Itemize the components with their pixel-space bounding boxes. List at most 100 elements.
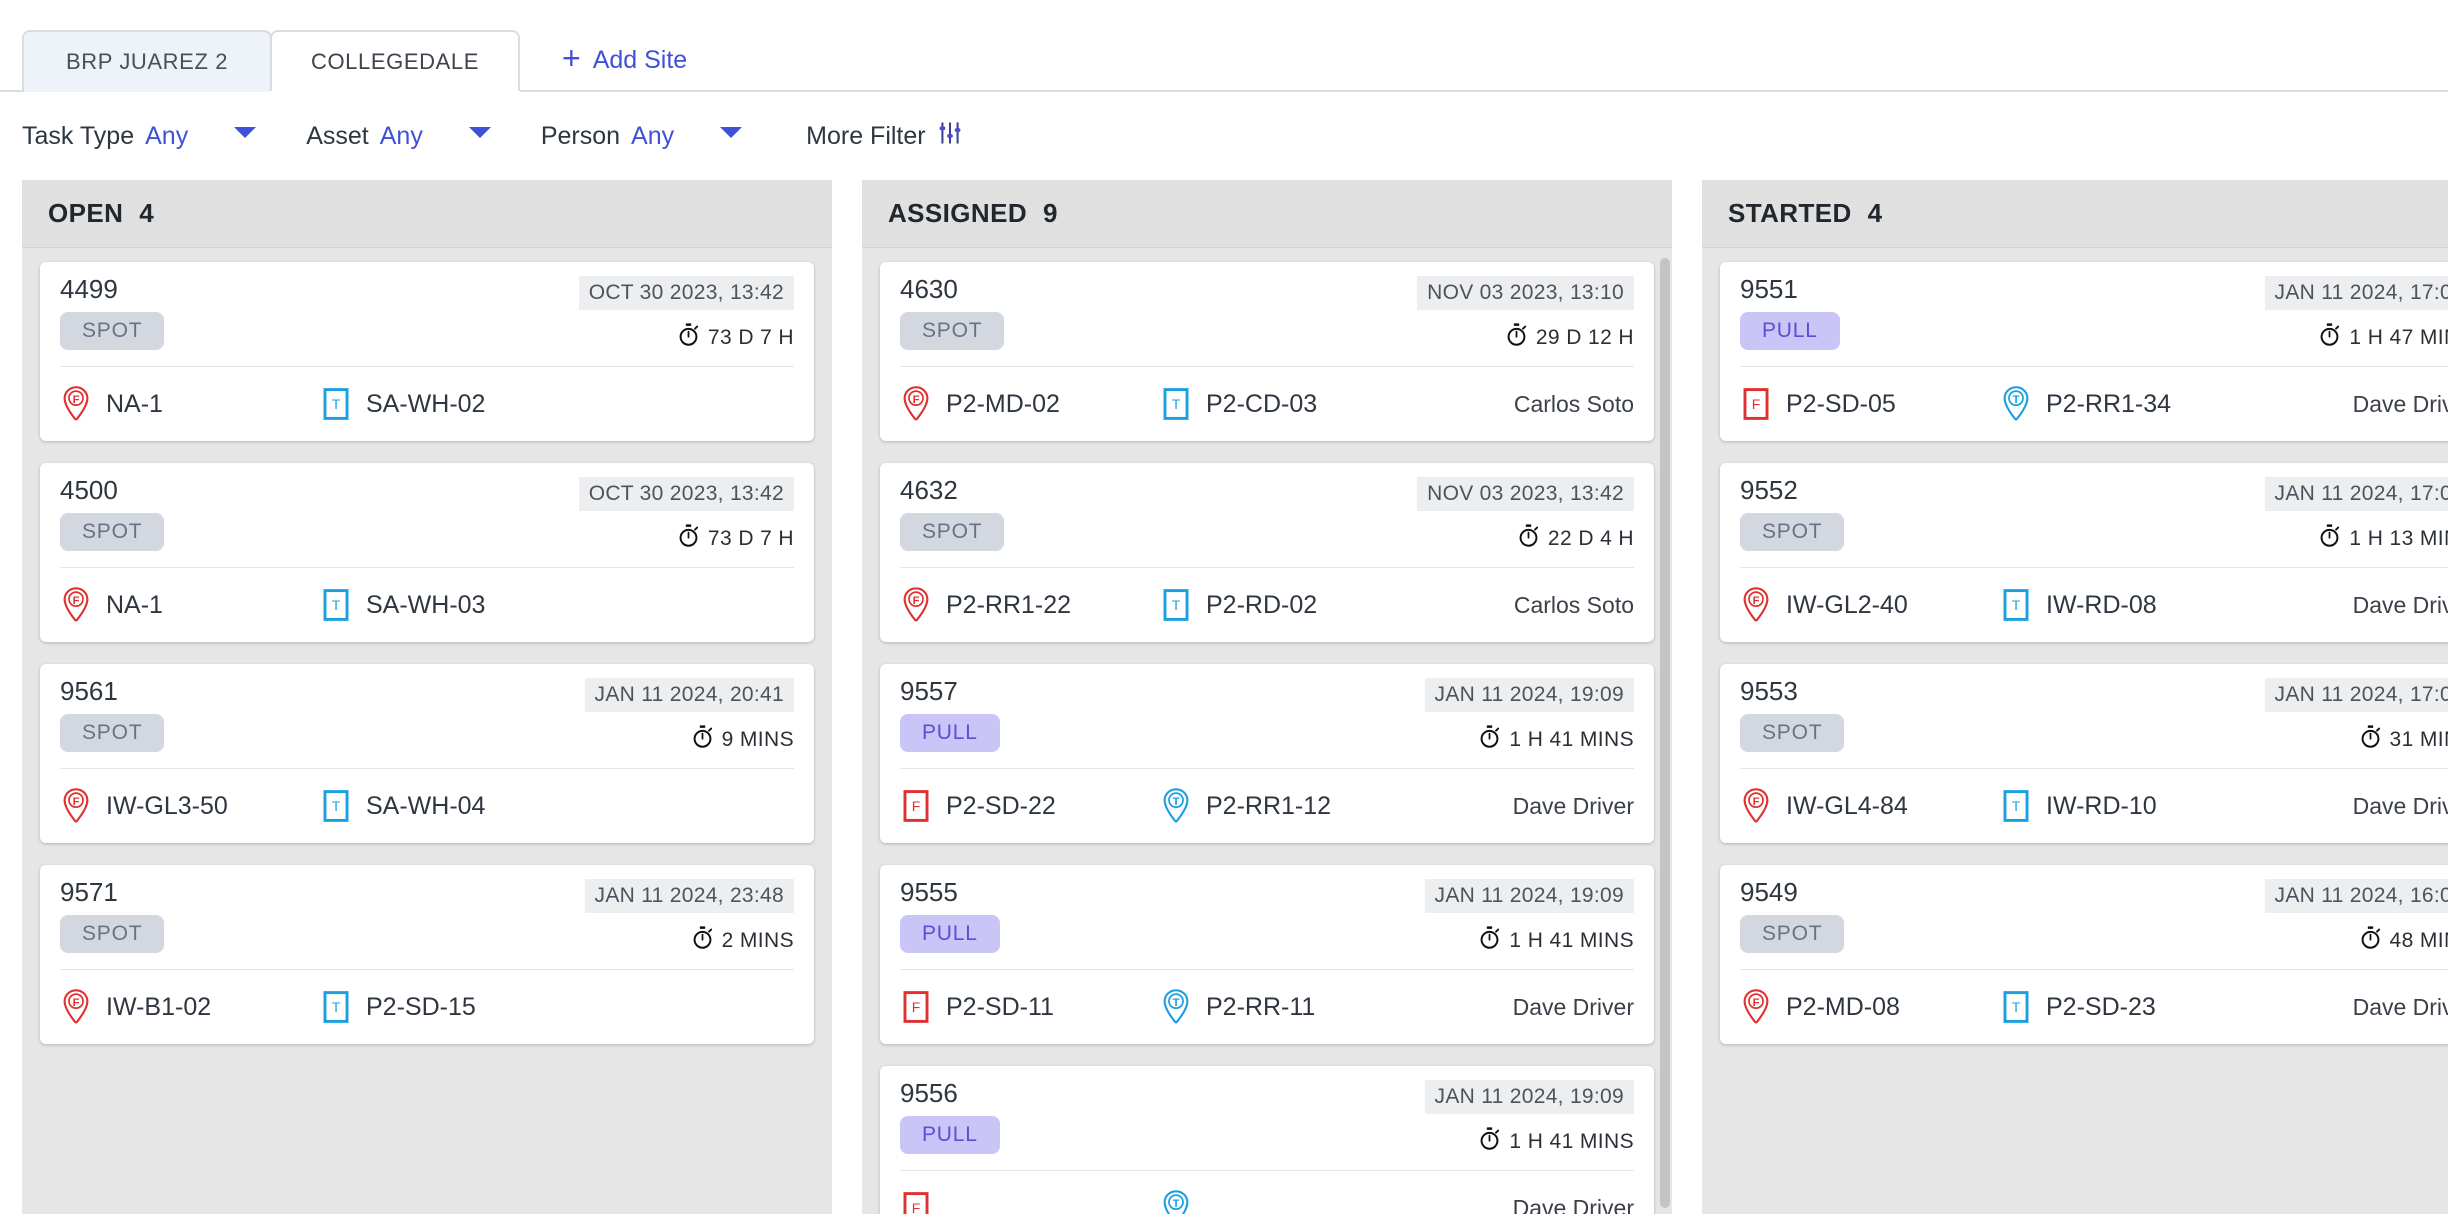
route-to-label: P2-RR1-12 — [1206, 791, 1332, 820]
to-square-icon: T — [2000, 987, 2032, 1027]
tab-collegedale[interactable]: COLLEGEDALE — [270, 30, 520, 94]
sliders-icon — [937, 120, 963, 153]
svg-text:T: T — [332, 999, 341, 1015]
task-card[interactable]: 9555 PULL JAN 11 2024, 19:09 1 H 41 MINS F P2… — [880, 865, 1654, 1044]
route-from-label: P2-MD-02 — [946, 389, 1060, 418]
column-scrollbar[interactable] — [1660, 258, 1670, 1208]
column-count: 9 — [1043, 198, 1058, 228]
task-type-badge: SPOT — [60, 513, 165, 552]
assignee-name: Dave Driver — [1512, 1194, 1634, 1214]
filter-value: Any — [145, 121, 189, 150]
filter-person[interactable]: Person Any — [541, 122, 674, 151]
card-meta: JAN 11 2024, 17:01 1 H 13 MINS — [2264, 477, 2448, 554]
route-to: T P2-RR1-12 — [1160, 786, 1331, 826]
card-route: F IW-GL3-50 T SA-WH-04 — [60, 769, 794, 843]
route-from-label: IW-GL3-50 — [106, 791, 228, 820]
to-square-icon: T — [320, 987, 352, 1027]
task-card[interactable]: 9553 SPOT JAN 11 2024, 17:01 31 MINS F IW-GL4… — [1720, 664, 2448, 843]
board-column-open: OPEN 4 4499 SPOT OCT 30 2023, 13:42 73 D 7 H F… — [22, 180, 832, 1214]
route-from-label: P2-SD-22 — [946, 791, 1056, 820]
task-card[interactable]: 4500 SPOT OCT 30 2023, 13:42 73 D 7 H F NA-1 T… — [40, 463, 814, 642]
svg-text:T: T — [1172, 396, 1181, 412]
card-route: F IW-GL2-40 T IW-RD-08 Dave Driver — [1740, 568, 2448, 642]
route-to: T IW-RD-10 — [2000, 786, 2157, 826]
to-square-icon: T — [2000, 585, 2032, 625]
column-card-list[interactable]: 4630 SPOT NOV 03 2023, 13:10 29 D 12 H F P2-M… — [862, 248, 1672, 1214]
to-square-icon: T — [320, 384, 352, 424]
route-to: T SA-WH-04 — [320, 786, 485, 826]
task-card[interactable]: 9551 PULL JAN 11 2024, 17:01 1 H 47 MINS F P2… — [1720, 262, 2448, 441]
route-to-label: P2-CD-03 — [1206, 389, 1318, 418]
column-card-list[interactable]: 4499 SPOT OCT 30 2023, 13:42 73 D 7 H F NA-1 T… — [22, 248, 832, 1214]
task-date-badge: OCT 30 2023, 13:42 — [578, 477, 794, 511]
filter-task-type[interactable]: Task Type Any — [22, 122, 188, 151]
route-to-label: SA-WH-04 — [366, 791, 486, 820]
task-card[interactable]: 4630 SPOT NOV 03 2023, 13:10 29 D 12 H F P2-M… — [880, 262, 1654, 441]
route-from-label: P2-MD-08 — [1786, 992, 1900, 1021]
route-to-label: P2-RR1-34 — [2046, 389, 2172, 418]
svg-text:F: F — [1753, 796, 1760, 808]
task-elapsed-time: 22 D 4 H — [1518, 524, 1634, 554]
stopwatch-icon — [1479, 725, 1500, 755]
to-square-icon: T — [1160, 585, 1192, 625]
task-id: 9557 — [900, 676, 958, 706]
svg-text:F: F — [1752, 396, 1761, 412]
card-route: F P2-SD-22 T P2-RR1-12 Dave Driver — [900, 769, 1634, 843]
card-header: 9557 PULL JAN 11 2024, 19:09 1 H 41 MINS — [900, 676, 1634, 755]
route-from-label: IW-GL2-40 — [1786, 590, 1908, 619]
from-square-icon: F — [900, 987, 932, 1027]
card-route: F P2-RR1-22 T P2-RD-02 Carlos Soto — [900, 568, 1634, 642]
plus-icon: + — [562, 40, 581, 76]
from-pin-icon: F — [60, 786, 92, 826]
task-date-badge: OCT 30 2023, 13:42 — [578, 276, 794, 310]
stopwatch-icon — [1518, 524, 1539, 554]
elapsed-value: 1 H 47 MINS — [2349, 326, 2448, 349]
add-site-button[interactable]: + Add Site — [562, 40, 687, 76]
chevron-down-icon[interactable] — [720, 126, 743, 138]
svg-text:F: F — [912, 1200, 921, 1214]
task-card[interactable]: 4499 SPOT OCT 30 2023, 13:42 73 D 7 H F NA-1 T… — [40, 262, 814, 441]
elapsed-value: 73 D 7 H — [707, 326, 794, 349]
task-type-badge: SPOT — [1740, 513, 1845, 552]
task-elapsed-time: 29 D 12 H — [1506, 323, 1634, 353]
task-card[interactable]: 9556 PULL JAN 11 2024, 19:09 1 H 41 MINS F T D… — [880, 1066, 1654, 1214]
chevron-down-icon[interactable] — [234, 126, 257, 138]
task-card[interactable]: 9571 SPOT JAN 11 2024, 23:48 2 MINS F IW-B1-0… — [40, 865, 814, 1044]
route-from: F NA-1 — [60, 384, 320, 424]
route-to: T SA-WH-03 — [320, 585, 485, 625]
task-type-badge: PULL — [900, 1116, 1000, 1155]
task-id: 4499 — [60, 274, 118, 304]
task-card[interactable]: 9557 PULL JAN 11 2024, 19:09 1 H 41 MINS F P2… — [880, 664, 1654, 843]
task-card[interactable]: 9552 SPOT JAN 11 2024, 17:01 1 H 13 MINS F IW… — [1720, 463, 2448, 642]
task-card[interactable]: 9549 SPOT JAN 11 2024, 16:04 48 MINS F P2-MD-… — [1720, 865, 2448, 1044]
elapsed-value: 48 MINS — [2389, 929, 2448, 952]
svg-text:F: F — [1753, 595, 1760, 607]
route-to: T P2-RD-02 — [1160, 585, 1317, 625]
stopwatch-icon — [1479, 1127, 1500, 1157]
task-elapsed-time: 73 D 7 H — [678, 524, 794, 554]
column-header: OPEN 4 — [22, 180, 832, 248]
chevron-down-icon[interactable] — [468, 126, 491, 138]
from-square-icon: F — [900, 786, 932, 826]
tab-brp-juarez-2[interactable]: BRP JUAREZ 2 — [22, 30, 272, 92]
route-to-label: SA-WH-02 — [366, 389, 486, 418]
filter-asset[interactable]: Asset Any — [306, 122, 423, 151]
task-card[interactable]: 9561 SPOT JAN 11 2024, 20:41 9 MINS F IW-GL3-… — [40, 664, 814, 843]
task-type-badge: PULL — [1740, 312, 1840, 351]
route-to-label: IW-RD-10 — [2046, 791, 2157, 820]
task-elapsed-time: 1 H 41 MINS — [1479, 926, 1634, 956]
elapsed-value: 2 MINS — [721, 929, 794, 952]
route-to-label: IW-RD-08 — [2046, 590, 2157, 619]
card-identity: 9553 SPOT — [1740, 677, 1845, 755]
card-header: 4632 SPOT NOV 03 2023, 13:42 22 D 4 H — [900, 475, 1634, 554]
task-type-badge: SPOT — [1740, 714, 1845, 753]
card-identity: 4632 SPOT — [900, 475, 1005, 554]
task-card[interactable]: 4632 SPOT NOV 03 2023, 13:42 22 D 4 H F P2-RR… — [880, 463, 1654, 642]
more-filter-button[interactable]: More Filter — [806, 120, 962, 153]
column-card-list[interactable]: 9551 PULL JAN 11 2024, 17:01 1 H 47 MINS F P2… — [1702, 248, 2448, 1214]
task-elapsed-time: 1 H 41 MINS — [1479, 725, 1634, 755]
from-pin-icon: F — [1740, 987, 1772, 1027]
task-id: 4632 — [900, 475, 958, 505]
assignee-name: Dave Driver — [1512, 792, 1634, 819]
elapsed-value: 1 H 41 MINS — [1509, 728, 1634, 751]
